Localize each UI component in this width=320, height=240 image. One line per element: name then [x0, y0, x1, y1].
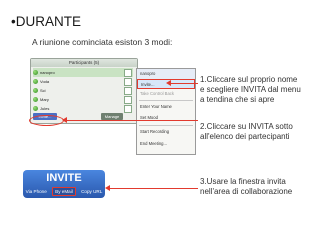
note-line: 1.Cliccare sul proprio nome — [200, 75, 298, 84]
participant-row[interactable]: Mary — [33, 95, 133, 104]
participant-row[interactable]: nanopro — [33, 68, 133, 77]
arrow-3 — [109, 188, 198, 189]
presence-icon — [33, 97, 38, 103]
arrow-3-head — [105, 185, 110, 191]
menu-item-name[interactable]: nanopro — [137, 69, 195, 79]
menu-divider — [139, 125, 193, 126]
title-text: DURANTE — [15, 14, 81, 29]
participant-row[interactable]: Jules — [33, 104, 133, 113]
menu-divider — [139, 100, 193, 101]
presence-icon — [33, 79, 38, 85]
note-1: 1.Cliccare sul proprio nome e scegliere … — [200, 75, 318, 105]
presence-icon — [33, 106, 38, 112]
arrow-2-head — [62, 117, 67, 123]
menu-item-end-meeting[interactable]: End Meeting... — [137, 139, 195, 149]
note-line: e scegliere INVITA dal menu — [200, 85, 301, 94]
menu-item-set-mood[interactable]: Set Mood — [137, 113, 195, 123]
arrow-2 — [66, 120, 198, 121]
menu-item-start-recording[interactable]: Start Recording — [137, 127, 195, 137]
note-line: all'elenco dei partecipanti — [200, 132, 290, 141]
note-3: 3.Usare la finestra invita nell'area di … — [200, 177, 318, 197]
checkbox-icon[interactable] — [124, 105, 132, 113]
participant-name: Voda — [40, 79, 50, 84]
arrow-1 — [170, 83, 198, 84]
arrow-1-head — [166, 80, 171, 86]
invite-options: Via Phone By eMail Copy URL — [23, 187, 105, 196]
menu-item-take-control[interactable]: Take Control Back — [137, 89, 195, 99]
checkbox-icon[interactable] — [124, 78, 132, 86]
presence-icon — [33, 70, 38, 76]
note-line: nell'area di collaborazione — [200, 187, 293, 196]
participant-name: nanopro — [40, 70, 55, 75]
participant-row[interactable]: Sci — [33, 86, 133, 95]
slide-subtitle: A riunione cominciata esiston 3 modi: — [32, 37, 173, 47]
participant-name: Mary — [40, 97, 49, 102]
note-line: 2.Cliccare su INVITA sotto — [200, 122, 293, 131]
note-line: a tendina che si apre — [200, 95, 275, 104]
invite-title: INVITE — [46, 172, 82, 184]
checkbox-icon[interactable] — [124, 87, 132, 95]
participant-name: Jules — [40, 106, 50, 111]
invite-copy-url[interactable]: Copy URL — [81, 189, 102, 194]
participants-header: Participants (5) — [31, 59, 137, 67]
invite-by-email[interactable]: By eMail — [52, 187, 76, 196]
checkbox-icon[interactable] — [124, 96, 132, 104]
participant-name: Sci — [40, 88, 46, 93]
note-line: 3.Usare la finestra invita — [200, 177, 286, 186]
invite-via-phone[interactable]: Via Phone — [26, 189, 47, 194]
manage-button[interactable]: Manage — [101, 113, 123, 120]
presence-icon — [33, 88, 38, 94]
invite-highlight-oval — [29, 115, 64, 126]
invite-panel: INVITE Via Phone By eMail Copy URL — [23, 170, 105, 198]
menu-item-enter-name[interactable]: Enter Your Name — [137, 102, 195, 112]
checkbox-icon[interactable] — [124, 69, 132, 77]
participant-row[interactable]: Voda — [33, 77, 133, 86]
note-2: 2.Cliccare su INVITA sotto all'elenco de… — [200, 122, 318, 142]
slide-title: •DURANTE — [11, 14, 81, 29]
